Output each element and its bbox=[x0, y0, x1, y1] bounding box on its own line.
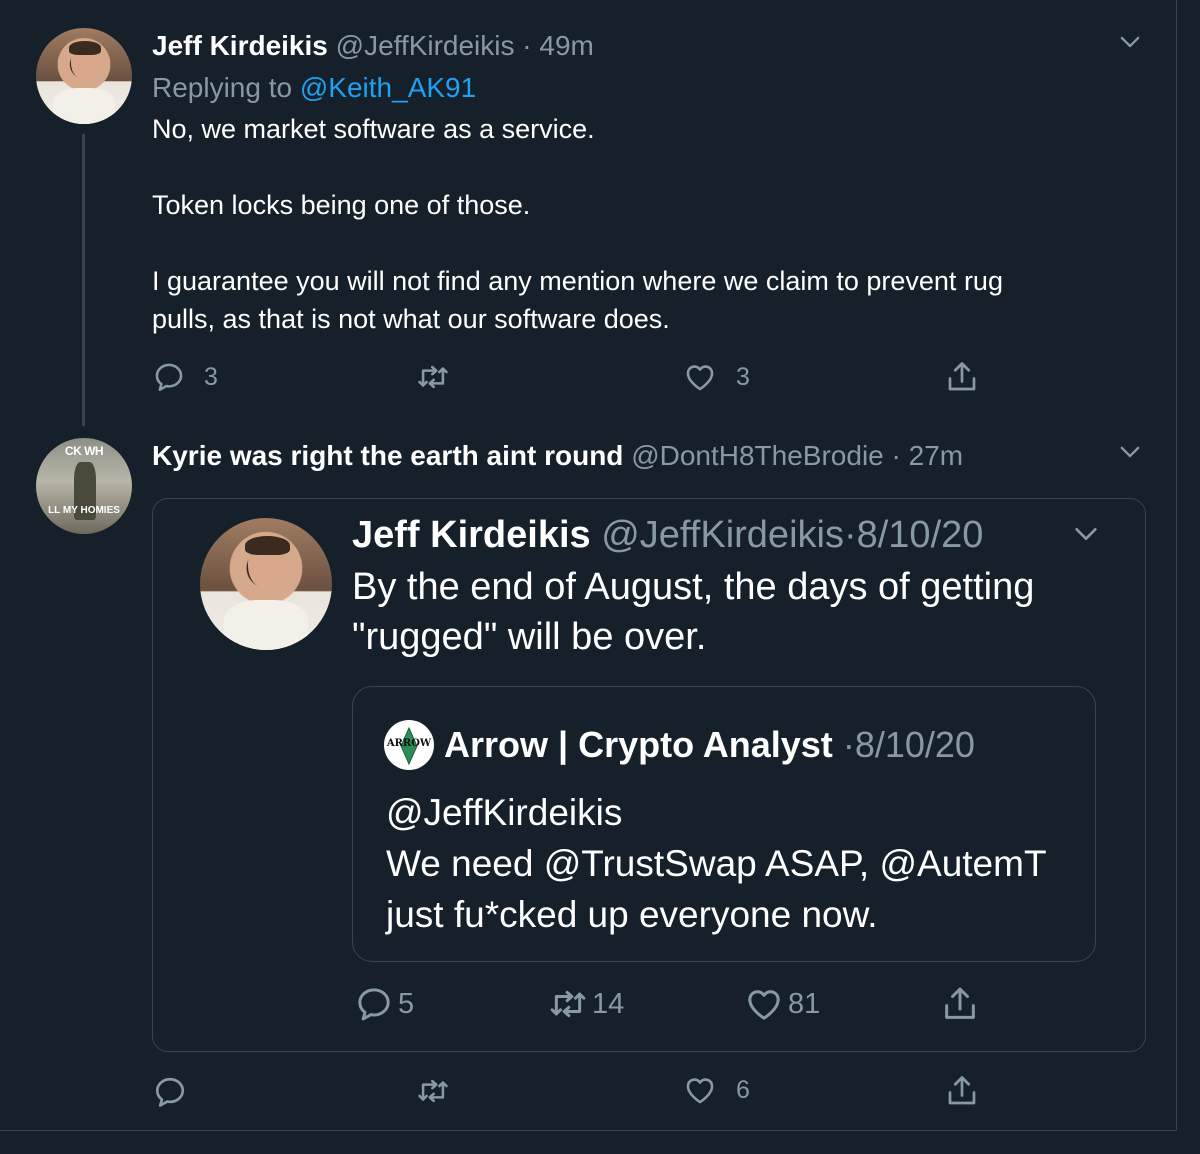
tweet-text-line-4: pulls, as that is not what our software … bbox=[152, 304, 670, 334]
share-button[interactable] bbox=[944, 358, 980, 396]
retweet-button[interactable] bbox=[414, 360, 452, 394]
retweet-icon bbox=[414, 1074, 452, 1108]
tweet-header: Jeff Kirdeikis @JeffKirdeikis · 49m bbox=[152, 30, 594, 62]
chevron-down-icon[interactable] bbox=[1116, 438, 1144, 466]
nested-author-name[interactable]: Arrow | Crypto Analyst bbox=[444, 724, 833, 765]
quoted-share-button[interactable] bbox=[940, 982, 980, 1026]
author-handle[interactable]: @JeffKirdeikis bbox=[336, 30, 515, 61]
reply-icon bbox=[354, 984, 394, 1024]
avatar-quoted-jeff[interactable] bbox=[200, 518, 332, 650]
quoted-separator: · bbox=[843, 514, 857, 556]
tweet-header: Kyrie was right the earth aint round @Do… bbox=[152, 440, 963, 472]
like-icon bbox=[744, 984, 784, 1024]
quoted-retweet-count: 14 bbox=[592, 987, 625, 1020]
author-handle[interactable]: @DontH8TheBrodie bbox=[631, 440, 884, 471]
tweet-text-line-1: No, we market software as a service. bbox=[152, 114, 595, 144]
quoted-reply-count: 5 bbox=[398, 987, 415, 1020]
replying-prefix: Replying to bbox=[152, 72, 293, 103]
retweet-icon bbox=[414, 360, 452, 394]
avatar-kyrie[interactable]: CK WH LL MY HOMIES bbox=[36, 438, 132, 534]
avatar-arrow[interactable]: ARROW bbox=[384, 720, 434, 770]
replying-to-line: Replying to @Keith_AK91 bbox=[152, 72, 476, 104]
avatar-jeff[interactable] bbox=[36, 28, 132, 124]
like-button[interactable]: 6 bbox=[682, 1073, 750, 1107]
like-button[interactable]: 3 bbox=[682, 360, 750, 394]
nested-time[interactable]: 8/10/20 bbox=[855, 724, 975, 765]
quoted-text-line-1: By the end of August, the days of gettin… bbox=[352, 566, 1035, 608]
like-count: 6 bbox=[736, 1075, 750, 1104]
share-icon bbox=[944, 358, 980, 396]
reply-icon bbox=[152, 360, 186, 394]
nested-text-line-3: just fu*cked up everyone now. bbox=[386, 894, 878, 935]
quoted-author-handle[interactable]: @JeffKirdeikis bbox=[601, 514, 844, 556]
tweet-text-line-2: Token locks being one of those. bbox=[152, 190, 531, 220]
quoted-retweet-button[interactable]: 14 bbox=[546, 984, 624, 1024]
replying-to-link[interactable]: @Keith_AK91 bbox=[300, 72, 476, 103]
avatar-caption-top: CK WH bbox=[64, 444, 104, 458]
reply-button[interactable] bbox=[152, 1074, 188, 1110]
retweet-button[interactable] bbox=[414, 1074, 452, 1108]
reply-count: 3 bbox=[204, 362, 218, 391]
quoted-reply-button[interactable]: 5 bbox=[354, 984, 414, 1024]
header-separator: · bbox=[891, 440, 901, 471]
quoted-like-count: 81 bbox=[788, 987, 821, 1020]
reply-button[interactable]: 3 bbox=[152, 360, 218, 394]
quoted-header: Jeff Kirdeikis @JeffKirdeikis·8/10/20 bbox=[352, 514, 983, 557]
tweet-time[interactable]: 27m bbox=[909, 440, 963, 471]
chevron-down-icon[interactable] bbox=[1070, 518, 1102, 550]
like-icon bbox=[682, 360, 718, 394]
nested-text-line-2: We need @TrustSwap ASAP, @AutemT bbox=[386, 843, 1047, 884]
share-button[interactable] bbox=[944, 1072, 980, 1110]
nested-separator: · bbox=[842, 724, 855, 765]
share-icon bbox=[940, 982, 980, 1026]
nested-text-line-1: @JeffKirdeikis bbox=[386, 792, 623, 833]
reply-icon bbox=[152, 1074, 188, 1110]
quoted-author-name[interactable]: Jeff Kirdeikis bbox=[352, 514, 591, 556]
avatar-arrow-text: ARROW bbox=[386, 738, 432, 749]
thread-connector-line bbox=[82, 134, 85, 426]
quoted-like-button[interactable]: 81 bbox=[744, 984, 820, 1024]
tweet-time[interactable]: 49m bbox=[539, 30, 593, 61]
nested-header: Arrow | Crypto Analyst ·8/10/20 bbox=[444, 724, 975, 766]
author-name[interactable]: Jeff Kirdeikis bbox=[152, 30, 328, 61]
like-count: 3 bbox=[736, 362, 750, 391]
like-icon bbox=[682, 1073, 718, 1107]
avatar-caption-bottom: LL MY HOMIES bbox=[48, 505, 120, 516]
quoted-time[interactable]: 8/10/20 bbox=[857, 514, 984, 556]
author-name[interactable]: Kyrie was right the earth aint round bbox=[152, 440, 623, 471]
retweet-icon bbox=[546, 984, 590, 1024]
quoted-text-line-2: "rugged" will be over. bbox=[352, 616, 707, 658]
share-icon bbox=[944, 1072, 980, 1110]
header-separator: · bbox=[522, 30, 532, 61]
tweet-text-line-3: I guarantee you will not find any mentio… bbox=[152, 266, 1003, 296]
chevron-down-icon[interactable] bbox=[1116, 28, 1144, 56]
